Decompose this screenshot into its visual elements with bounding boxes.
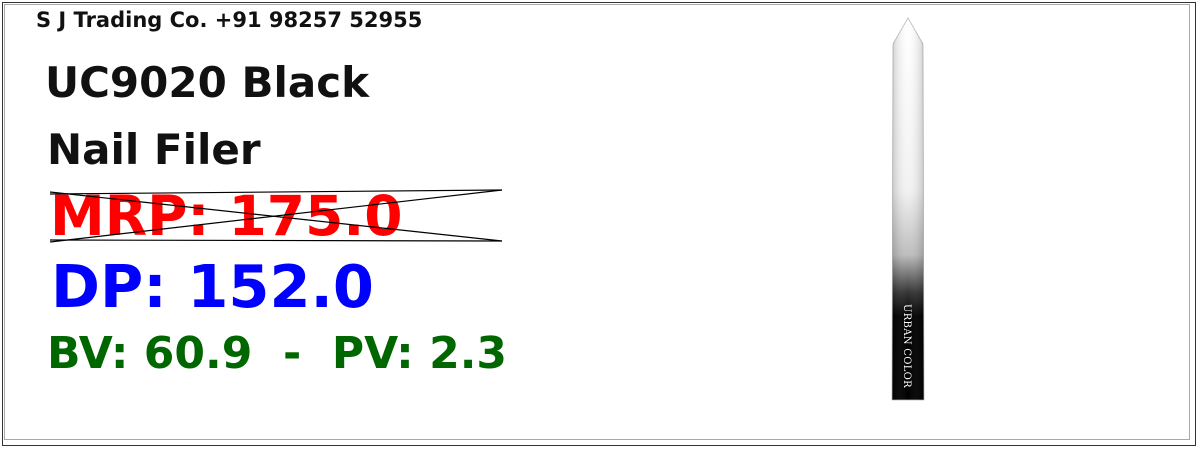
seller-info: S J Trading Co. +91 98257 52955 — [36, 8, 423, 32]
bv-value: BV: 60.9 — [47, 328, 253, 379]
pv-value: PV: 2.3 — [331, 328, 508, 379]
strikethrough-cross-icon — [49, 189, 503, 243]
brand-label: URBAN COLOR — [901, 304, 912, 388]
mrp-price: MRP: 175.0 — [49, 184, 504, 248]
product-title-line1: UC9020 Black — [45, 58, 370, 107]
bv-pv-separator: - — [252, 328, 332, 379]
nail-file-illustration-icon: URBAN COLOR — [891, 17, 925, 401]
bv-pv-line: BV: 60.9 - PV: 2.3 — [47, 328, 507, 380]
dp-price: DP: 152.0 — [51, 252, 374, 321]
product-title-line2: Nail Filer — [47, 125, 261, 174]
